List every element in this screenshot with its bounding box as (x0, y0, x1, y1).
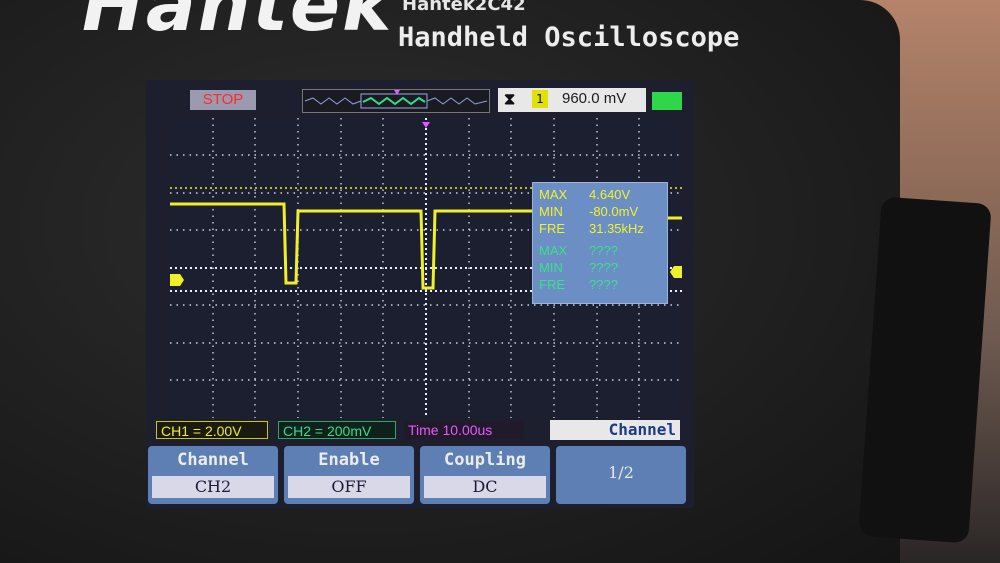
timebase-scale[interactable]: Time 10.00us (404, 421, 524, 439)
brand-logo: Hantek (82, 0, 394, 48)
softkey-page[interactable]: 1/2 (556, 446, 686, 504)
memory-depth-bar (302, 89, 490, 113)
run-stop-indicator[interactable]: STOP (190, 90, 256, 110)
softkey-label: Coupling (444, 450, 526, 470)
softkey-enable[interactable]: Enable OFF (284, 446, 414, 504)
softkey-row: Channel CH2 Enable OFF Coupling DC 1/2 (146, 442, 694, 504)
softkey-value: OFF (288, 476, 410, 498)
measure-min-label: MIN (539, 204, 563, 219)
softkey-coupling[interactable]: Coupling DC (420, 446, 550, 504)
measure2-freq-value: ???? (589, 277, 618, 292)
menu-title: Channel (550, 420, 680, 440)
measure2-max-label: MAX (539, 243, 568, 258)
trigger-level: 960.0 mV (562, 90, 627, 107)
softkey-value: DC (424, 476, 546, 498)
measure2-freq-label: FRE (539, 277, 565, 292)
measure2-max-value: ???? (589, 243, 618, 258)
display-screen: STOP ⧗ 1 960.0 mV MAX 4.640V MIN -80.0mV… (146, 80, 694, 508)
model-label: Hantek2C42 (402, 0, 526, 15)
top-status-bar: STOP ⧗ 1 960.0 mV (146, 80, 694, 116)
trigger-source-badge: 1 (532, 90, 548, 108)
measure2-min-label: MIN (539, 260, 563, 275)
softkey-channel[interactable]: Channel CH2 (148, 446, 278, 504)
ch1-scale[interactable]: CH1 = 2.00V (156, 421, 268, 439)
bottom-status-bar: CH1 = 2.00V CH2 = 200mV Time 10.00us Cha… (146, 418, 694, 440)
measure-max-value: 4.640V (589, 187, 631, 202)
waveform-plot: MAX 4.640V MIN -80.0mV FRE 31.35kHz MAX … (168, 118, 682, 418)
measure-freq-label: FRE (539, 221, 565, 236)
softkey-value: CH2 (152, 476, 274, 498)
measurement-panel: MAX 4.640V MIN -80.0mV FRE 31.35kHz MAX … (532, 182, 668, 304)
measure-freq-value: 31.35kHz (589, 221, 644, 236)
trigger-edge-icon: ⧗ (504, 89, 516, 108)
softkey-page-value: 1/2 (608, 463, 634, 482)
oscilloscope-body: Hantek Hantek2C42 Handheld Oscilloscope … (0, 0, 900, 563)
battery-icon (652, 92, 682, 110)
measure2-min-value: ???? (589, 260, 618, 275)
measure-min-value: -80.0mV (589, 204, 639, 219)
device-subtitle: Handheld Oscilloscope (398, 22, 740, 53)
softkey-label: Channel (177, 450, 249, 470)
ch2-scale[interactable]: CH2 = 200mV (278, 421, 396, 439)
measure-max-label: MAX (539, 187, 568, 202)
softkey-label: Enable (318, 450, 380, 470)
